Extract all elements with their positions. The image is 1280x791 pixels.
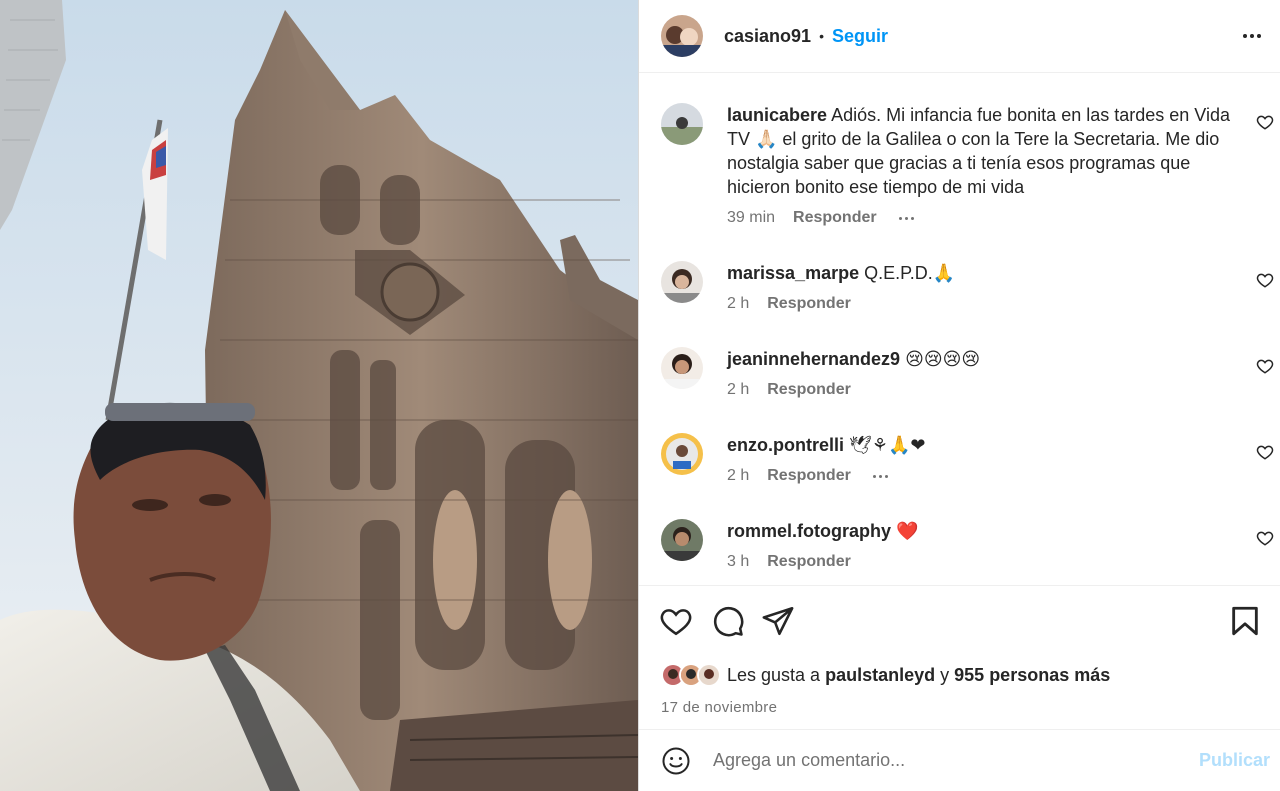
comment-text: rommel.fotography ❤️ [727, 519, 1232, 543]
header-separator: • [819, 28, 824, 44]
comment-body: marissa_marpe Q.E.P.D.🙏 2 h Responder [727, 261, 1280, 313]
comment-username[interactable]: marissa_marpe [727, 263, 859, 283]
likes-prefix: Les gusta a [727, 664, 821, 685]
comment-more-icon[interactable] [872, 474, 888, 478]
comment-time[interactable]: 39 min [727, 209, 775, 227]
comment-username[interactable]: launicabere [727, 105, 827, 125]
more-options-icon[interactable] [1238, 22, 1266, 50]
liker-avatars [661, 663, 721, 687]
comment-text: launicabere Adiós. Mi infancia fue bonit… [727, 103, 1232, 199]
comment-username[interactable]: jeaninnehernandez9 [727, 349, 900, 369]
emoji-smiley-icon[interactable] [661, 746, 691, 776]
comment-content: 😢😢😢😢 [905, 349, 981, 369]
comment-like-icon[interactable] [1256, 443, 1274, 461]
reply-button[interactable]: Responder [767, 553, 851, 571]
comment-meta: 39 min Responder [727, 209, 1232, 227]
likes-connector: y [940, 664, 950, 685]
comment-meta: 2 h Responder [727, 467, 1232, 485]
comment-item: marissa_marpe Q.E.P.D.🙏 2 h Responder [661, 261, 1280, 313]
action-bar [639, 585, 1280, 655]
commenter-avatar[interactable] [661, 433, 703, 475]
likes-summary: Les gusta a paulstanleyd y 955 personas … [639, 653, 1280, 697]
post-modal: casiano91 • Seguir launicabere Adiós. Mi… [0, 0, 1280, 791]
post-sidebar: casiano91 • Seguir launicabere Adiós. Mi… [638, 0, 1280, 791]
comment-body: rommel.fotography ❤️ 3 h Responder [727, 519, 1280, 571]
send-icon[interactable] [761, 604, 795, 638]
author-username[interactable]: casiano91 [724, 26, 811, 47]
comment-item: enzo.pontrelli 🕊⚘🙏❤ 2 h Responder [661, 433, 1280, 485]
comment-text: jeaninnehernandez9 😢😢😢😢 [727, 347, 1232, 371]
comment-like-icon[interactable] [1256, 357, 1274, 375]
comment-content: Q.E.P.D.🙏 [864, 263, 956, 283]
likes-user-link[interactable]: paulstanleyd [825, 665, 935, 685]
comment-time[interactable]: 2 h [727, 381, 749, 399]
comment-body: jeaninnehernandez9 😢😢😢😢 2 h Responder [727, 347, 1280, 399]
comment-item: launicabere Adiós. Mi infancia fue bonit… [661, 103, 1280, 227]
comment-meta: 3 h Responder [727, 553, 1232, 571]
post-photo[interactable] [0, 0, 638, 791]
commenter-avatar[interactable] [661, 261, 703, 303]
reply-button[interactable]: Responder [767, 381, 851, 399]
post-date[interactable]: 17 de noviembre [639, 699, 1280, 729]
likes-text: Les gusta a paulstanleyd y 955 personas … [727, 665, 1110, 686]
comment-item: rommel.fotography ❤️ 3 h Responder [661, 519, 1280, 571]
comment-body: enzo.pontrelli 🕊⚘🙏❤ 2 h Responder [727, 433, 1280, 485]
heart-icon[interactable] [659, 604, 693, 638]
author-avatar[interactable] [661, 15, 703, 57]
liker-avatar [697, 663, 721, 687]
comment-like-icon[interactable] [1256, 271, 1274, 289]
comment-text: enzo.pontrelli 🕊⚘🙏❤ [727, 433, 1232, 457]
comment-item: jeaninnehernandez9 😢😢😢😢 2 h Responder [661, 347, 1280, 399]
comment-meta: 2 h Responder [727, 295, 1232, 313]
commenter-avatar[interactable] [661, 103, 703, 145]
comment-time[interactable]: 2 h [727, 467, 749, 485]
reply-button[interactable]: Responder [767, 467, 851, 485]
commenter-avatar[interactable] [661, 519, 703, 561]
comment-like-icon[interactable] [1256, 529, 1274, 547]
comment-content: ❤️ [896, 521, 919, 541]
comment-body: launicabere Adiós. Mi infancia fue bonit… [727, 103, 1280, 227]
reply-button[interactable]: Responder [767, 295, 851, 313]
commenter-avatar[interactable] [661, 347, 703, 389]
comment-composer: Publicar [639, 729, 1280, 791]
comment-more-icon[interactable] [898, 216, 914, 220]
comment-text: marissa_marpe Q.E.P.D.🙏 [727, 261, 1232, 285]
comment-username[interactable]: enzo.pontrelli [727, 435, 844, 455]
comment-input[interactable] [713, 750, 1173, 771]
reply-button[interactable]: Responder [793, 209, 877, 227]
bookmark-icon[interactable] [1228, 604, 1262, 638]
comment-icon[interactable] [711, 604, 745, 638]
publish-button[interactable]: Publicar [1199, 750, 1270, 771]
comment-time[interactable]: 2 h [727, 295, 749, 313]
comments-list[interactable]: launicabere Adiós. Mi infancia fue bonit… [639, 73, 1280, 585]
comment-meta: 2 h Responder [727, 381, 1232, 399]
post-header: casiano91 • Seguir [639, 0, 1280, 73]
comment-username[interactable]: rommel.fotography [727, 521, 891, 541]
comment-time[interactable]: 3 h [727, 553, 749, 571]
likes-others-link[interactable]: 955 personas más [954, 665, 1110, 685]
post-image [0, 0, 638, 791]
comment-like-icon[interactable] [1256, 113, 1274, 131]
follow-button[interactable]: Seguir [832, 26, 888, 47]
comment-content: 🕊⚘🙏❤ [849, 435, 926, 455]
